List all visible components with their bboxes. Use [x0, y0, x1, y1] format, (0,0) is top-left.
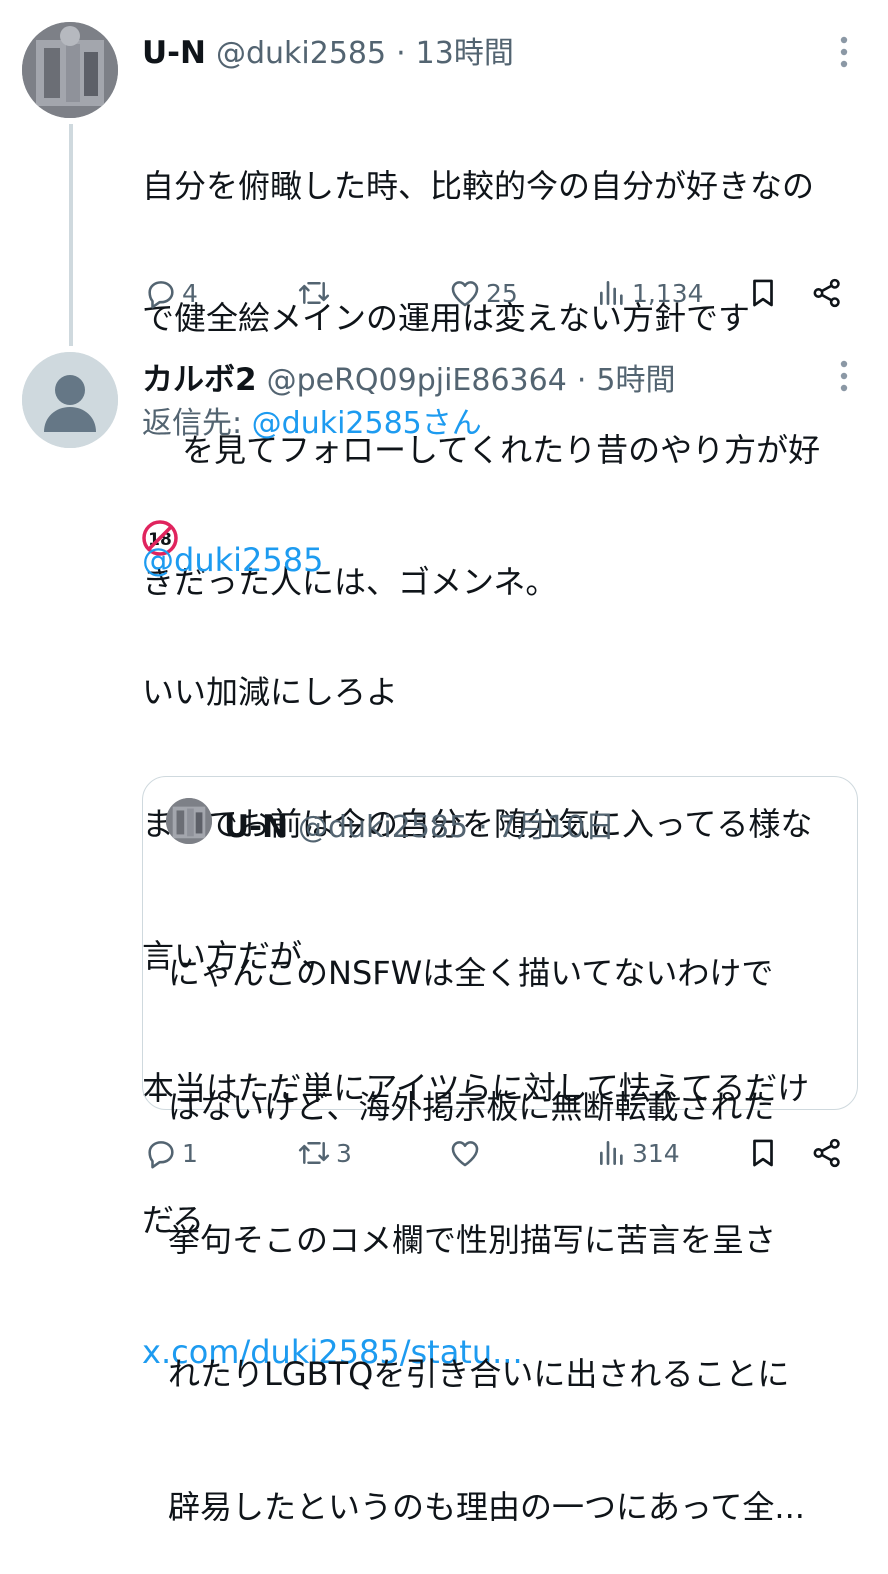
- meta-separator: ·: [396, 36, 406, 71]
- quote-text-line: にゃんこのNSFWは全く描いてないわけで: [168, 954, 774, 992]
- retweet-button[interactable]: 3: [296, 1136, 352, 1170]
- replying-to: 返信先: @duki2585さん: [142, 398, 482, 442]
- tweet-text-line: 自分を俯瞰した時、比較的今の自分が好きなの: [142, 167, 815, 205]
- reply-icon: [148, 1141, 174, 1169]
- replying-to-label: 返信先:: [142, 406, 252, 441]
- share-icon[interactable]: [810, 1136, 844, 1174]
- reply-button[interactable]: 1: [144, 1136, 198, 1170]
- like-icon: [451, 1141, 479, 1167]
- retweet-count: 3: [336, 1138, 352, 1168]
- retweet-button[interactable]: [296, 276, 336, 310]
- like-button[interactable]: 25: [448, 276, 518, 310]
- like-button[interactable]: [448, 1136, 486, 1170]
- more-icon[interactable]: [832, 32, 856, 80]
- avatar[interactable]: [22, 352, 118, 448]
- views-icon: [600, 1141, 623, 1165]
- like-icon: [451, 281, 479, 307]
- like-count: 25: [486, 278, 518, 308]
- default-avatar-icon: [22, 352, 118, 448]
- quote-text-line: はないけど、海外掲示板に無断転載された: [168, 1087, 775, 1126]
- author-handle[interactable]: @peRQ09pjiE86364: [267, 363, 567, 398]
- reply-count: 4: [182, 278, 198, 308]
- views-count: 1,134: [632, 278, 704, 308]
- thread-connector-line: [69, 124, 73, 346]
- timestamp[interactable]: 13時間: [416, 28, 514, 72]
- author-name[interactable]: カルボ2: [142, 354, 257, 399]
- meta-separator: ·: [478, 810, 488, 845]
- retweet-icon: [298, 1142, 330, 1164]
- mention-link[interactable]: @duki2585: [142, 538, 862, 582]
- avatar-image: [22, 22, 118, 118]
- quote-text-line: れたりLGBTQを引き合いに出されることに: [168, 1354, 790, 1393]
- quote-avatar[interactable]: [166, 798, 212, 844]
- quote-text-line: 辟易したというのも理由の一つにあって全...: [168, 1488, 805, 1526]
- quote-date: 7月10日: [497, 810, 615, 845]
- bookmark-icon[interactable]: [746, 1136, 780, 1174]
- bookmark-icon[interactable]: [746, 276, 780, 314]
- retweet-icon: [298, 282, 330, 304]
- meta-separator: ·: [576, 363, 587, 398]
- tweet-text-line: いい加減にしろよ: [142, 673, 399, 711]
- views-button[interactable]: 314: [596, 1136, 680, 1170]
- reply-button[interactable]: 4: [144, 276, 198, 310]
- views-button[interactable]: 1,134: [596, 276, 704, 310]
- reply-icon: [148, 281, 174, 309]
- views-icon: [600, 281, 623, 305]
- views-count: 314: [632, 1138, 680, 1168]
- share-icon[interactable]: [810, 276, 844, 314]
- more-icon[interactable]: [832, 356, 856, 404]
- replying-to-handle[interactable]: @duki2585さん: [252, 406, 482, 441]
- quote-author-handle: @duki2585: [297, 810, 469, 845]
- avatar-image: [166, 798, 212, 844]
- timestamp[interactable]: 5時間: [596, 355, 675, 399]
- quote-author-name: U-N: [224, 809, 288, 845]
- author-handle[interactable]: @duki2585: [216, 36, 386, 71]
- avatar[interactable]: [22, 22, 118, 118]
- quote-text-line: 挙句そこのコメ欄で性別描写に苦言を呈さ: [168, 1221, 777, 1259]
- quote-text: にゃんこのNSFWは全く描いてないわけで はないけど、海外掲示板に無断転載された…: [168, 862, 848, 1574]
- author-name[interactable]: U-N: [142, 35, 206, 71]
- reply-count: 1: [182, 1138, 198, 1168]
